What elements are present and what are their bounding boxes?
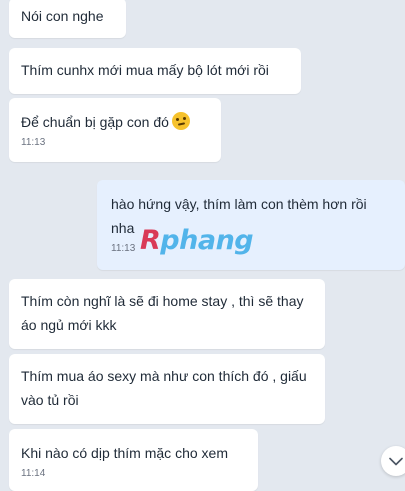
message-bubble-incoming[interactable]: Thím cunhx mới mua mấy bộ lót mới rồi bbox=[9, 48, 301, 94]
message-text: Thím mua áo sexy mà như con thích đó , g… bbox=[21, 368, 307, 408]
chat-thread: Nói con nghe Thím cunhx mới mua mấy bộ l… bbox=[0, 0, 405, 491]
watermark-logo: Rphang bbox=[140, 225, 254, 256]
message-bubble-incoming[interactable]: Thím còn nghĩ là sẽ đi home stay , thì s… bbox=[9, 279, 325, 349]
message-bubble-incoming[interactable]: Để chuẩn bị gặp con đó 11:13 bbox=[9, 98, 221, 162]
chevron-down-icon bbox=[389, 457, 403, 465]
message-text: Thím còn nghĩ là sẽ đi home stay , thì s… bbox=[21, 293, 304, 333]
scroll-down-button[interactable] bbox=[381, 446, 405, 476]
message-text: Thím cunhx mới mua mấy bộ lót mới rồi bbox=[21, 62, 269, 78]
message-text: Khi nào có dịp thím mặc cho xem bbox=[21, 445, 228, 461]
watermark-r: R bbox=[140, 225, 161, 256]
message-bubble-incoming[interactable]: Thím mua áo sexy mà như con thích đó , g… bbox=[9, 354, 325, 424]
message-bubble-incoming[interactable]: Nói con nghe bbox=[9, 0, 126, 38]
thinking-face-icon bbox=[171, 112, 190, 130]
message-text: Nói con nghe bbox=[21, 8, 104, 24]
message-text: Để chuẩn bị gặp con đó bbox=[21, 114, 169, 130]
message-time: 11:14 bbox=[21, 468, 46, 479]
watermark-rest: phang bbox=[160, 225, 254, 256]
message-bubble-incoming[interactable]: Khi nào có dịp thím mặc cho xem 11:14 bbox=[9, 429, 258, 491]
message-time: 11:13 bbox=[21, 137, 46, 148]
